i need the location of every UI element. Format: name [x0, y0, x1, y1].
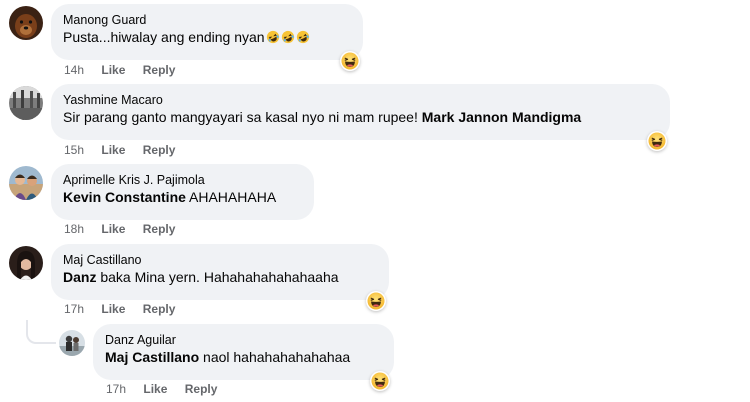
reply-button[interactable]: Reply	[185, 382, 218, 396]
rofl-emoji-icon	[296, 30, 310, 44]
comment-text: Danz baka Mina yern. Hahahahahahahaaha	[63, 268, 377, 287]
mention-link[interactable]: Danz	[63, 269, 96, 285]
like-button[interactable]: Like	[101, 302, 125, 316]
comment-meta: 14h Like Reply	[64, 63, 189, 77]
comment-meta: 15h Like Reply	[64, 143, 189, 157]
like-button[interactable]: Like	[101, 222, 125, 236]
comment-author[interactable]: Maj Castillano	[63, 252, 377, 268]
reply-button[interactable]: Reply	[143, 143, 176, 157]
comment-bubble: Maj Castillano Danz baka Mina yern. Haha…	[51, 244, 389, 300]
comment-body: naol hahahahahahahaa	[199, 349, 351, 365]
mention-link[interactable]: Maj Castillano	[105, 349, 199, 365]
avatar[interactable]	[59, 330, 85, 356]
mention-link[interactable]: Kevin Constantine	[63, 189, 186, 205]
comment-text: Sir parang ganto mangyayari sa kasal nyo…	[63, 108, 658, 127]
comment-author[interactable]: Manong Guard	[63, 12, 351, 28]
comment-body: Sir parang ganto mangyayari sa kasal nyo…	[63, 109, 422, 125]
avatar[interactable]	[9, 246, 43, 280]
comment-author[interactable]: Aprimelle Kris J. Pajimola	[63, 172, 302, 188]
avatar[interactable]	[9, 166, 43, 200]
reply-button[interactable]: Reply	[143, 302, 176, 316]
haha-reaction-icon[interactable]	[370, 371, 390, 391]
comment-text: Kevin Constantine AHAHAHAHA	[63, 188, 302, 207]
comment-meta: 18h Like Reply	[64, 222, 189, 236]
comment-bubble: Aprimelle Kris J. Pajimola Kevin Constan…	[51, 164, 314, 220]
haha-reaction-icon[interactable]	[340, 51, 360, 71]
comment-author[interactable]: Yashmine Macaro	[63, 92, 658, 108]
comment-body: baka Mina yern. Hahahahahahahaaha	[96, 269, 339, 285]
like-button[interactable]: Like	[143, 382, 167, 396]
avatar[interactable]	[9, 6, 43, 40]
comment-bubble: Danz Aguilar Maj Castillano naol hahahah…	[93, 324, 394, 380]
reply-button[interactable]: Reply	[143, 63, 176, 77]
rofl-emoji-icon	[281, 30, 295, 44]
like-button[interactable]: Like	[101, 63, 125, 77]
comment-time[interactable]: 18h	[64, 222, 84, 236]
comment-bubble: Yashmine Macaro Sir parang ganto mangyay…	[51, 84, 670, 140]
mention-link[interactable]: Mark Jannon Mandigma	[422, 109, 581, 125]
rofl-emoji-icon	[266, 30, 280, 44]
comment-body: Pusta...hiwalay ang ending nyan	[63, 29, 265, 45]
haha-reaction-icon[interactable]	[647, 131, 667, 151]
comment-body: AHAHAHAHA	[185, 189, 277, 205]
comment-text: Maj Castillano naol hahahahahahahaa	[105, 348, 382, 367]
comment-meta: 17h Like Reply	[106, 382, 231, 396]
thread-connector	[26, 320, 56, 344]
comment-text: Pusta...hiwalay ang ending nyan	[63, 28, 351, 47]
comment-time[interactable]: 17h	[64, 302, 84, 316]
avatar[interactable]	[9, 86, 43, 120]
like-button[interactable]: Like	[101, 143, 125, 157]
comment-time[interactable]: 15h	[64, 143, 84, 157]
comment-time[interactable]: 17h	[106, 382, 126, 396]
reply-button[interactable]: Reply	[143, 222, 176, 236]
comment-bubble: Manong Guard Pusta...hiwalay ang ending …	[51, 4, 363, 60]
comment-meta: 17h Like Reply	[64, 302, 189, 316]
comment-time[interactable]: 14h	[64, 63, 84, 77]
comment-author[interactable]: Danz Aguilar	[105, 332, 382, 348]
haha-reaction-icon[interactable]	[366, 291, 386, 311]
